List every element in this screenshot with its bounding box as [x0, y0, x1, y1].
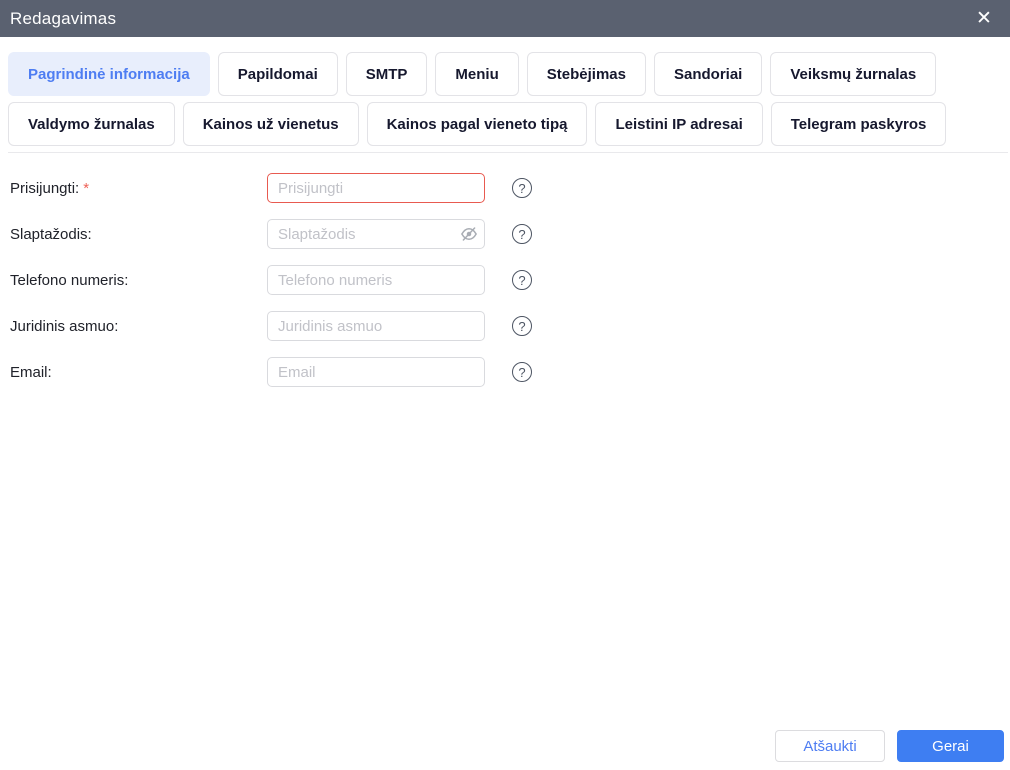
form-row-juridinis-asmuo: Juridinis asmuo:?	[10, 311, 1010, 341]
dialog-header: Redagavimas ✕	[0, 0, 1010, 37]
field-label-text: Telefono numeris:	[10, 271, 129, 289]
input-wrap-telefono-numeris	[267, 265, 485, 295]
field-label-telefono-numeris: Telefono numeris:	[10, 272, 267, 289]
field-label-text: Juridinis asmuo:	[10, 317, 119, 335]
tab-kainos-už-vienetus[interactable]: Kainos už vienetus	[182, 102, 359, 146]
tab-meniu[interactable]: Meniu	[435, 52, 519, 96]
required-marker: *	[83, 179, 90, 197]
email-input[interactable]	[267, 357, 485, 387]
tab-bar: Pagrindinė informacija Papildomai SMTP Meni…	[0, 37, 1010, 146]
input-wrap-prisijungti	[267, 173, 485, 203]
help-icon-telefono-numeris[interactable]: ?	[512, 270, 532, 290]
dialog-title: Redagavimas	[10, 8, 117, 28]
field-label-email: Email:	[10, 364, 267, 381]
tab-telegram-paskyros[interactable]: Telegram paskyros	[770, 102, 947, 146]
tab-valdymo-žurnalas[interactable]: Valdymo žurnalas	[8, 102, 175, 146]
form-row-telefono-numeris: Telefono numeris:?	[10, 265, 1010, 295]
tab-kainos-pagal-vieneto-tip-[interactable]: Kainos pagal vieneto tipą	[366, 102, 588, 146]
help-icon-slaptazodis[interactable]: ?	[512, 224, 532, 244]
slaptazodis-input[interactable]	[267, 219, 485, 249]
telefono-numeris-input[interactable]	[267, 265, 485, 295]
tab-row-1: Pagrindinė informacija Papildomai SMTP Meni…	[8, 52, 1002, 96]
form-row-prisijungti: Prisijungti:*?	[10, 173, 1010, 203]
field-label-juridinis-asmuo: Juridinis asmuo:	[10, 318, 267, 335]
field-label-text: Prisijungti:	[10, 179, 80, 197]
tab-row-2: Valdymo žurnalas Kainos už vienetus Kainos…	[8, 102, 1002, 146]
tab-veiksmų-žurnalas[interactable]: Veiksmų žurnalas	[770, 52, 937, 96]
field-label-slaptazodis: Slaptažodis:	[10, 226, 267, 243]
close-icon[interactable]: ✕	[972, 9, 996, 28]
tab-sandoriai[interactable]: Sandoriai	[653, 52, 763, 96]
tab-stebėjimas[interactable]: Stebėjimas	[526, 52, 646, 96]
help-icon-prisijungti[interactable]: ?	[512, 178, 532, 198]
help-icon-email[interactable]: ?	[512, 362, 532, 382]
input-wrap-email	[267, 357, 485, 387]
cancel-button[interactable]: Atšaukti	[775, 730, 885, 762]
help-icon-juridinis-asmuo[interactable]: ?	[512, 316, 532, 336]
input-wrap-slaptazodis	[267, 219, 485, 249]
prisijungti-input[interactable]	[267, 173, 485, 203]
juridinis-asmuo-input[interactable]	[267, 311, 485, 341]
form-row-slaptazodis: Slaptažodis: ?	[10, 219, 1010, 249]
field-label-text: Email:	[10, 363, 52, 381]
tab-smtp[interactable]: SMTP	[345, 52, 428, 96]
edit-form: Prisijungti:*?Slaptažodis: ?Telefono num…	[0, 153, 1010, 387]
field-label-prisijungti: Prisijungti: *	[10, 180, 267, 197]
ok-button[interactable]: Gerai	[897, 730, 1004, 762]
tab-papildomai[interactable]: Papildomai	[217, 52, 338, 96]
password-visibility-icon[interactable]	[460, 225, 478, 243]
form-row-email: Email:?	[10, 357, 1010, 387]
tab-leistini-ip-adresai[interactable]: Leistini IP adresai	[595, 102, 763, 146]
footer-actions: Atšaukti Gerai	[775, 730, 1004, 762]
tab-pagrindinė-informacija[interactable]: Pagrindinė informacija	[8, 52, 210, 96]
field-label-text: Slaptažodis:	[10, 225, 92, 243]
input-wrap-juridinis-asmuo	[267, 311, 485, 341]
